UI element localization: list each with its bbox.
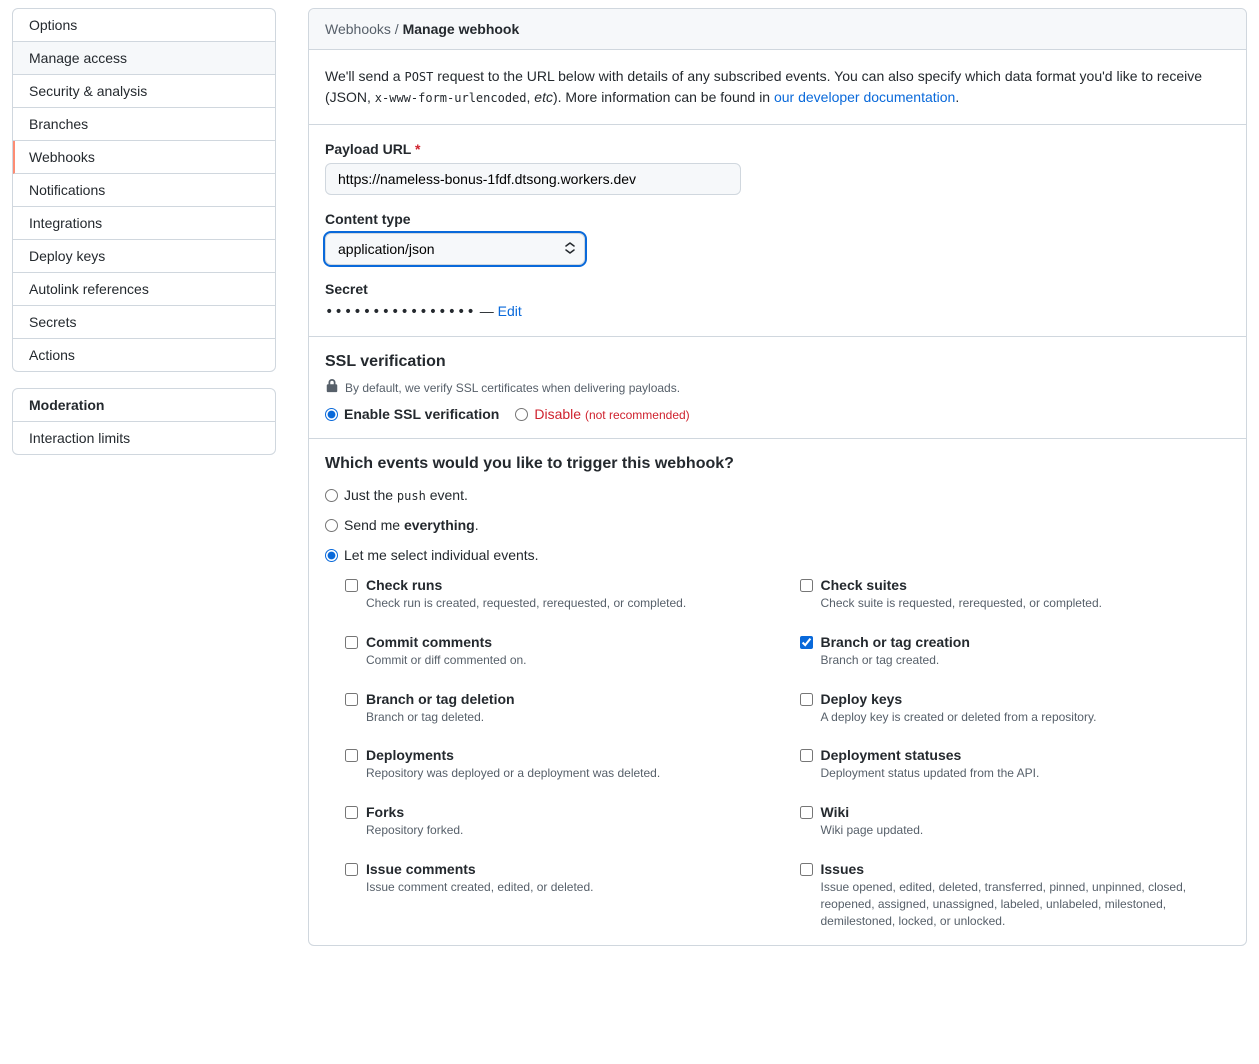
event-label: Branch or tag creation (821, 634, 970, 650)
event-label: Deploy keys (821, 691, 1097, 707)
sidebar-item-security-analysis[interactable]: Security & analysis (13, 75, 275, 108)
event-deployment-statuses[interactable]: Deployment statuses Deployment status upd… (800, 747, 1231, 782)
event-label: Branch or tag deletion (366, 691, 515, 707)
event-description: Issue opened, edited, deleted, transferr… (821, 879, 1231, 929)
event-check-runs[interactable]: Check runs Check run is created, requeste… (345, 577, 776, 612)
event-deploy-keys[interactable]: Deploy keys A deploy key is created or de… (800, 691, 1231, 726)
settings-sidebar: OptionsManage accessSecurity & analysisB… (12, 8, 276, 946)
event-checkbox[interactable] (345, 636, 358, 649)
content-type-label: Content type (325, 211, 1230, 227)
event-description: Check run is created, requested, rereque… (366, 595, 686, 612)
event-branch-or-tag-creation[interactable]: Branch or tag creation Branch or tag crea… (800, 634, 1231, 669)
event-checkbox[interactable] (345, 693, 358, 706)
sidebar-item-notifications[interactable]: Notifications (13, 174, 275, 207)
ssl-enable-radio[interactable] (325, 408, 338, 421)
sidebar-item-integrations[interactable]: Integrations (13, 207, 275, 240)
sidebar-item-manage-access[interactable]: Manage access (13, 42, 275, 75)
event-checkbox[interactable] (345, 806, 358, 819)
lock-icon (325, 379, 339, 396)
events-grid: Check runs Check run is created, requeste… (345, 577, 1230, 929)
event-label: Deployments (366, 747, 660, 763)
events-heading: Which events would you like to trigger t… (325, 455, 1230, 473)
payload-url-label: Payload URL * (325, 141, 1230, 157)
event-description: Branch or tag deleted. (366, 709, 515, 726)
event-check-suites[interactable]: Check suites Check suite is requested, re… (800, 577, 1231, 612)
payload-url-input[interactable] (325, 163, 741, 195)
secret-edit-link[interactable]: Edit (498, 303, 522, 319)
trigger-everything-radio[interactable] (325, 519, 338, 532)
intro-text: We'll send a POST request to the URL bel… (325, 66, 1230, 108)
sidebar-item-autolink-references[interactable]: Autolink references (13, 273, 275, 306)
secret-masked: •••••••••••••••• (325, 304, 476, 320)
event-label: Deployment statuses (821, 747, 1040, 763)
developer-docs-link[interactable]: our developer documentation (774, 89, 955, 105)
event-checkbox[interactable] (800, 749, 813, 762)
sidebar-item-deploy-keys[interactable]: Deploy keys (13, 240, 275, 273)
trigger-individual-radio[interactable] (325, 549, 338, 562)
ssl-disable-radio[interactable] (515, 408, 528, 421)
event-checkbox[interactable] (345, 863, 358, 876)
event-checkbox[interactable] (345, 749, 358, 762)
ssl-heading: SSL verification (325, 353, 1230, 371)
sidebar-item-actions[interactable]: Actions (13, 339, 275, 371)
moderation-header: Moderation (13, 389, 275, 422)
event-label: Forks (366, 804, 463, 820)
event-forks[interactable]: Forks Repository forked. (345, 804, 776, 839)
event-issue-comments[interactable]: Issue comments Issue comment created, edi… (345, 861, 776, 929)
trigger-everything-option[interactable]: Send me everything. (325, 517, 1230, 533)
event-description: Commit or diff commented on. (366, 652, 527, 669)
sidebar-item-branches[interactable]: Branches (13, 108, 275, 141)
sidebar-item-webhooks[interactable]: Webhooks (13, 141, 275, 174)
event-description: Branch or tag created. (821, 652, 970, 669)
event-checkbox[interactable] (345, 579, 358, 592)
breadcrumb: Webhooks / Manage webhook (309, 9, 1246, 50)
event-wiki[interactable]: Wiki Wiki page updated. (800, 804, 1231, 839)
settings-menu: OptionsManage accessSecurity & analysisB… (12, 8, 276, 372)
webhook-panel: Webhooks / Manage webhook We'll send a P… (308, 8, 1247, 946)
event-issues[interactable]: Issues Issue opened, edited, deleted, tra… (800, 861, 1231, 929)
ssl-enable-option[interactable]: Enable SSL verification (325, 406, 499, 422)
ssl-disable-option[interactable]: Disable (not recommended) (515, 406, 689, 422)
event-label: Check suites (821, 577, 1102, 593)
event-branch-or-tag-deletion[interactable]: Branch or tag deletion Branch or tag dele… (345, 691, 776, 726)
trigger-push-radio[interactable] (325, 489, 338, 502)
ssl-note: By default, we verify SSL certificates w… (345, 381, 680, 395)
event-description: Deployment status updated from the API. (821, 765, 1040, 782)
event-label: Check runs (366, 577, 686, 593)
event-checkbox[interactable] (800, 863, 813, 876)
event-description: Repository was deployed or a deployment … (366, 765, 660, 782)
moderation-menu: Moderation Interaction limits (12, 388, 276, 455)
event-checkbox[interactable] (800, 636, 813, 649)
breadcrumb-current: Manage webhook (403, 21, 520, 37)
event-description: Repository forked. (366, 822, 463, 839)
event-label: Commit comments (366, 634, 527, 650)
trigger-push-option[interactable]: Just the push event. (325, 487, 1230, 503)
content-type-select[interactable]: application/json (325, 233, 585, 265)
sidebar-item-options[interactable]: Options (13, 9, 275, 42)
event-label: Issue comments (366, 861, 593, 877)
event-checkbox[interactable] (800, 579, 813, 592)
event-description: Check suite is requested, rerequested, o… (821, 595, 1102, 612)
event-checkbox[interactable] (800, 806, 813, 819)
event-label: Issues (821, 861, 1231, 877)
event-description: Wiki page updated. (821, 822, 924, 839)
event-description: A deploy key is created or deleted from … (821, 709, 1097, 726)
trigger-individual-option[interactable]: Let me select individual events. (325, 547, 1230, 563)
sidebar-item-interaction-limits[interactable]: Interaction limits (13, 422, 275, 454)
event-checkbox[interactable] (800, 693, 813, 706)
event-commit-comments[interactable]: Commit comments Commit or diff commented … (345, 634, 776, 669)
sidebar-item-secrets[interactable]: Secrets (13, 306, 275, 339)
secret-label: Secret (325, 281, 1230, 297)
event-label: Wiki (821, 804, 924, 820)
event-description: Issue comment created, edited, or delete… (366, 879, 593, 896)
breadcrumb-root: Webhooks (325, 21, 391, 37)
event-deployments[interactable]: Deployments Repository was deployed or a … (345, 747, 776, 782)
